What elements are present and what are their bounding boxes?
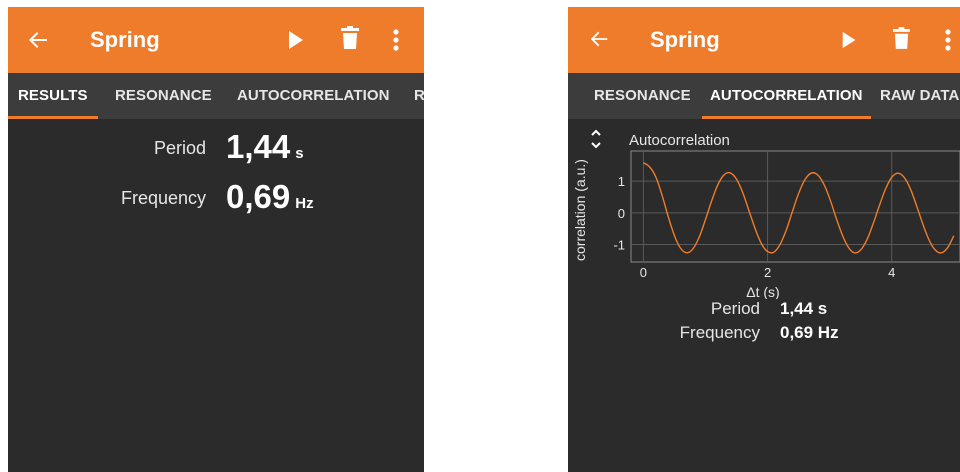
tab-results[interactable]: RESULTS — [8, 73, 98, 119]
x-tick-label: 0 — [640, 265, 647, 280]
tab-label: RESONANCE — [115, 87, 212, 104]
tab-label: R — [414, 87, 424, 104]
tab-raw-data-partial[interactable]: R — [414, 73, 424, 119]
overflow-menu-icon[interactable] — [392, 28, 400, 57]
period-label: Period — [153, 138, 206, 158]
y-tick-label: 0 — [618, 206, 625, 221]
tab-bar: RESONANCE AUTOCORRELATION RAW DATA — [568, 73, 960, 119]
frequency-label: Frequency — [679, 323, 760, 342]
frequency-value: 0,69 Hz — [780, 323, 839, 342]
tab-label: RAW DATA — [880, 87, 960, 104]
back-arrow-icon[interactable] — [588, 28, 610, 55]
active-tab-indicator — [8, 116, 98, 119]
tab-label: RESULTS — [18, 87, 88, 104]
left-phone-screen: Spring RESULTS RESONANCE AUTOCORRELATION… — [8, 7, 424, 472]
app-title: Spring — [650, 27, 720, 52]
period-value: 1,44 s — [780, 299, 828, 318]
app-title: Spring — [90, 27, 160, 52]
plot-area — [630, 150, 960, 263]
trash-icon[interactable] — [893, 27, 910, 55]
autocorrelation-curve — [642, 162, 955, 254]
play-icon[interactable] — [286, 30, 306, 55]
tab-label: RESONANCE — [594, 87, 691, 104]
x-tick-label: 4 — [888, 265, 895, 280]
grid — [631, 151, 960, 262]
tab-bar: RESULTS RESONANCE AUTOCORRELATION R — [8, 73, 424, 119]
frequency-label: Frequency — [120, 188, 206, 208]
tab-raw-data[interactable]: RAW DATA — [880, 73, 959, 119]
tab-resonance[interactable]: RESONANCE — [594, 73, 691, 119]
app-bar: Spring — [568, 7, 960, 73]
tab-autocorrelation[interactable]: AUTOCORRELATION — [237, 73, 390, 119]
play-icon[interactable] — [840, 31, 858, 54]
tab-resonance[interactable]: RESONANCE — [115, 73, 212, 119]
back-arrow-icon[interactable] — [26, 28, 50, 57]
y-tick-label: 1 — [618, 174, 625, 189]
autocorrelation-chart[interactable]: Autocorrelation correlation (a.u.) 0 2 4 1 0… — [568, 119, 960, 299]
overflow-menu-icon[interactable] — [944, 28, 952, 57]
chart-title: Autocorrelation — [629, 132, 730, 149]
x-tick-label: 2 — [764, 265, 771, 280]
right-phone-screen: Spring RESONANCE AUTOCORRELATION RAW DAT… — [568, 7, 960, 472]
period-unit: s — [295, 145, 304, 162]
frequency-unit: Hz — [295, 195, 314, 212]
expand-chevron-icon[interactable] — [591, 129, 601, 136]
trash-icon[interactable] — [341, 26, 359, 55]
y-axis-label: correlation (a.u.) — [572, 159, 588, 261]
collapse-chevron-icon[interactable] — [591, 142, 601, 149]
app-bar: Spring — [8, 7, 424, 73]
period-number: 1,44 — [226, 128, 291, 165]
period-value: 1,44 s — [226, 128, 304, 166]
tab-label: AUTOCORRELATION — [710, 87, 863, 104]
period-label: Period — [710, 299, 760, 318]
frequency-number: 0,69 — [226, 178, 291, 215]
x-axis-label: Δt (s) — [746, 284, 779, 299]
frequency-value: 0,69 Hz — [226, 178, 314, 216]
tab-label: AUTOCORRELATION — [237, 87, 390, 104]
y-tick-label: -1 — [613, 238, 625, 253]
tab-autocorrelation[interactable]: AUTOCORRELATION — [702, 73, 871, 119]
